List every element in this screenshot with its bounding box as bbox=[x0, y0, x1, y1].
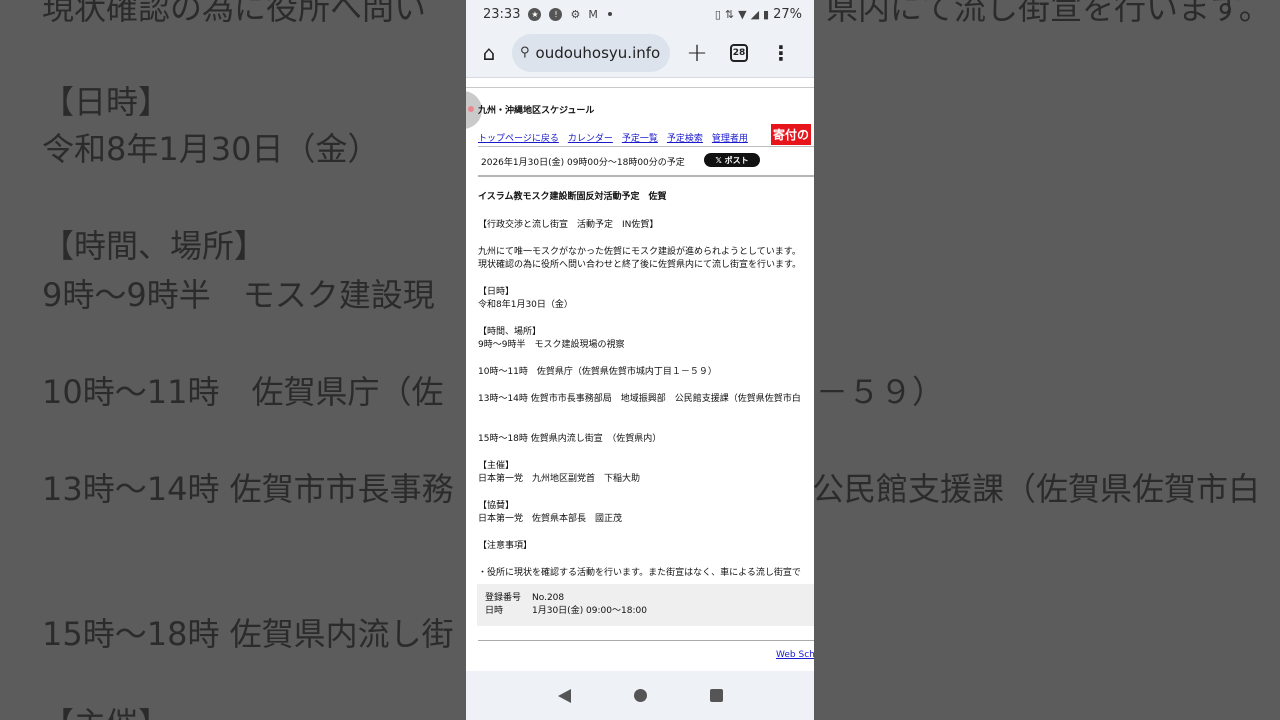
divider bbox=[478, 175, 814, 177]
home-icon[interactable]: ⌂ bbox=[474, 38, 504, 68]
battery-level: 27% bbox=[773, 6, 802, 22]
registration-label: 登録番号 bbox=[485, 593, 522, 603]
bg-line: 【時間、場所】 bbox=[42, 227, 267, 265]
bg-line: 現状確認の為に役所へ問い bbox=[42, 0, 427, 27]
site-nav: トップページに戻る カレンダー 予定一覧 予定検索 管理者用 bbox=[478, 131, 748, 144]
nav-top-page[interactable]: トップページに戻る bbox=[478, 131, 559, 144]
app-icon: ⚙ bbox=[570, 7, 581, 21]
event-title: イスラム教モスク建設断固反対活動予定 佐賀 bbox=[478, 192, 667, 202]
web-schedule-link[interactable]: Web Sch bbox=[776, 650, 814, 660]
shield-icon: ! bbox=[549, 7, 563, 21]
wifi-icon: ▼ bbox=[738, 7, 747, 21]
bg-line: 県内にて流し街宣を行います。 bbox=[826, 0, 1271, 27]
url-bar[interactable]: ⚲ oudouhosyu.info bbox=[512, 33, 670, 72]
notes: ・役所に現状を確認する活動を行います。また街宣はなく、車による流し街宣で bbox=[478, 568, 801, 578]
site-settings-icon[interactable]: ⚲ bbox=[520, 45, 530, 60]
phone-screen: 23:33 ★ ! ⚙ M ▯ ⇅ ▼ ◢ ▮ 27% ⌂ ⚲ oudouhos… bbox=[466, 0, 814, 720]
intro-line: 現状確認の為に役所へ問い合わせと終了後に佐賀県内にて流し街宣を行います。 bbox=[478, 260, 802, 270]
section-value: 令和8年1月30日（金） bbox=[478, 300, 573, 310]
schedule-date: 2026年1月30日(金) 09時00分～18時00分の予定 bbox=[481, 158, 685, 168]
nav-admin[interactable]: 管理者用 bbox=[712, 131, 748, 144]
donate-banner[interactable]: 寄付の bbox=[771, 124, 812, 145]
x-post-button[interactable]: 𝕏 ポスト bbox=[704, 153, 760, 167]
event-intro: 九州にて唯一モスクがなかった佐賀にモスク建設が進められようとしています。 現状確… bbox=[478, 246, 814, 272]
system-nav-bar bbox=[466, 671, 814, 720]
signal-icon: ◢ bbox=[750, 7, 760, 21]
bg-line: 【日時】 bbox=[42, 83, 171, 121]
divider bbox=[478, 640, 814, 641]
event-body: イスラム教モスク建設断固反対活動予定 佐賀 【行政交渉と流し街宣 活動予定 IN… bbox=[478, 189, 814, 594]
tab-count: 28 bbox=[730, 43, 748, 62]
nav-schedule-search[interactable]: 予定検索 bbox=[667, 131, 703, 144]
section-value: 日本第一党 九州地区副党首 下稲大助 bbox=[478, 474, 641, 484]
mail-icon: M bbox=[588, 7, 598, 21]
divider bbox=[478, 146, 814, 147]
browser-toolbar: ⌂ ⚲ oudouhosyu.info + 28 ⋮ bbox=[466, 28, 814, 78]
registration-box: 登録番号 No.208 日時 1月30日(金) 09:00～18:00 bbox=[477, 584, 814, 626]
registration-value: No.208 bbox=[532, 593, 565, 603]
event-date: 【日時】 令和8年1月30日（金） bbox=[478, 286, 814, 312]
section-heading: 【協賛】 bbox=[478, 501, 515, 511]
bg-line: 13時～14時 佐賀市市長事務 bbox=[42, 470, 454, 508]
place-item: 10時～11時 佐賀県庁（佐賀県佐賀市城内丁目１－５９） bbox=[478, 367, 717, 377]
section-heading: 【時間、場所】 bbox=[478, 327, 542, 337]
event-host: 【主催】 日本第一党 九州地区副党首 下稲大助 bbox=[478, 460, 814, 486]
status-bar: 23:33 ★ ! ⚙ M ▯ ⇅ ▼ ◢ ▮ 27% bbox=[466, 0, 814, 28]
intro-line: 九州にて唯一モスクがなかった佐賀にモスク建設が進められようとしています。 bbox=[478, 247, 801, 257]
url-text: oudouhosyu.info bbox=[535, 43, 661, 62]
section-heading: 【主催】 bbox=[478, 461, 515, 471]
more-menu-icon[interactable]: ⋮ bbox=[766, 38, 796, 68]
registration-number-row: 登録番号 No.208 bbox=[485, 592, 806, 605]
vibrate-icon: ▯ bbox=[714, 7, 721, 21]
status-right: ▯ ⇅ ▼ ◢ ▮ 27% bbox=[715, 7, 802, 22]
home-button-icon[interactable] bbox=[633, 689, 647, 702]
bg-line: 10時～11時 佐賀県庁（佐 bbox=[42, 373, 444, 411]
registration-label: 日時 bbox=[485, 606, 504, 616]
bg-line: －５９） bbox=[816, 373, 945, 411]
section-value: 日本第一党 佐賀県本部長 國正茂 bbox=[478, 514, 623, 524]
section-value: 9時～9時半 モスク建設現場の視察 bbox=[478, 340, 625, 350]
site-title: 九州・沖縄地区スケジュール bbox=[478, 106, 595, 116]
registration-date-row: 日時 1月30日(金) 09:00～18:00 bbox=[485, 605, 806, 618]
tab-switcher-button[interactable]: 28 bbox=[724, 38, 754, 68]
more-notifications-icon bbox=[607, 12, 612, 16]
battery-icon: ▮ bbox=[763, 7, 770, 21]
bg-line: 15時～18時 佐賀県内流し街 bbox=[42, 615, 454, 653]
bg-line: 【主催】 bbox=[42, 708, 170, 720]
bg-line: 令和8年1月30日（金） bbox=[42, 130, 380, 168]
section-heading: 【日時】 bbox=[478, 287, 515, 297]
registration-value: 1月30日(金) 09:00～18:00 bbox=[532, 606, 647, 616]
place-item: 15時～18時 佐賀県内流し街宣 （佐賀県内） bbox=[478, 434, 662, 444]
new-tab-icon[interactable]: + bbox=[682, 38, 712, 68]
notification-icon: ★ bbox=[528, 7, 542, 21]
nav-calendar[interactable]: カレンダー bbox=[568, 131, 613, 144]
event-places: 【時間、場所】 9時～9時半 モスク建設現場の視察 bbox=[478, 326, 814, 352]
place-item: 13時～14時 佐賀市市長事務部局 地域振興部 公民館支援課（佐賀県佐賀市白 bbox=[478, 394, 801, 404]
clock: 23:33 bbox=[483, 6, 521, 22]
bg-line: 9時～9時半 モスク建設現 bbox=[42, 276, 435, 314]
section-heading: 【注意事項】 bbox=[478, 541, 533, 551]
data-icon: ⇅ bbox=[724, 7, 735, 21]
event-cosponsor: 【協賛】 日本第一党 佐賀県本部長 國正茂 bbox=[478, 500, 814, 526]
nav-schedule-list[interactable]: 予定一覧 bbox=[622, 131, 658, 144]
event-subtitle: 【行政交渉と流し街宣 活動予定 IN佐賀】 bbox=[478, 220, 659, 230]
recents-icon[interactable] bbox=[709, 689, 723, 702]
back-icon[interactable] bbox=[557, 688, 571, 703]
web-content: 九州・沖縄地区スケジュール トップページに戻る カレンダー 予定一覧 予定検索 … bbox=[466, 79, 814, 671]
bg-line: 公民館支援課（佐賀県佐賀市白 bbox=[812, 470, 1261, 508]
